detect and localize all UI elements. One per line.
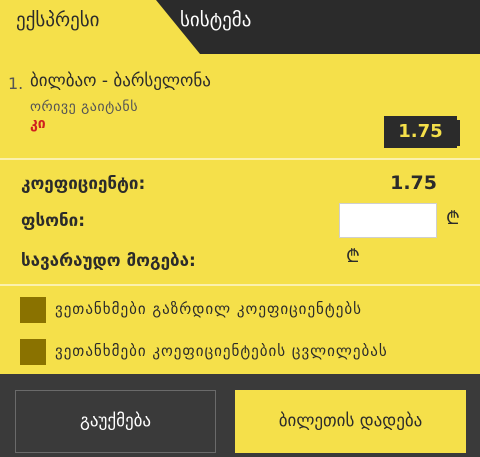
option-label: ვეთანხმები კოეფიციენტების ცვლილებას [55,342,388,360]
lari-icon: ₾ [346,246,360,267]
coef-value: 1.75 [390,172,437,194]
lari-icon: ₾ [446,208,460,229]
match-title: ბილბაო - ბარსელონა [30,71,211,91]
outcome-label: კი [30,116,46,132]
odds-badge: 1.75 [384,116,457,148]
option-label: ვეთანხმები გაზრდილ კოეფიციენტებს [55,300,362,318]
bet-number: 1. [8,74,24,93]
tab-system[interactable]: სისტემა [180,0,251,54]
footer-bar: გაუქმება ბილეთის დადება [0,374,480,457]
divider [0,158,480,160]
checkbox[interactable] [20,297,46,323]
divider [0,284,480,286]
market-name: ორივე გაიტანს [30,99,139,115]
option-accept-odds-change[interactable]: ვეთანხმები კოეფიციენტების ცვლილებას [0,337,480,371]
cancel-button[interactable]: გაუქმება [15,390,216,453]
stake-input[interactable] [339,203,437,238]
place-bet-button[interactable]: ბილეთის დადება [235,390,466,453]
win-label: სავარაუდო მოგება: [21,251,196,271]
option-accept-increased-odds[interactable]: ვეთანხმები გაზრდილ კოეფიციენტებს [0,295,480,329]
bet-type-tabs: ექსპრესი სისტემა [0,0,480,54]
checkbox[interactable] [20,339,46,365]
tab-express[interactable]: ექსპრესი [16,0,100,54]
stake-label: ფსონი: [21,211,86,231]
coef-label: კოეფიციენტი: [21,174,146,194]
